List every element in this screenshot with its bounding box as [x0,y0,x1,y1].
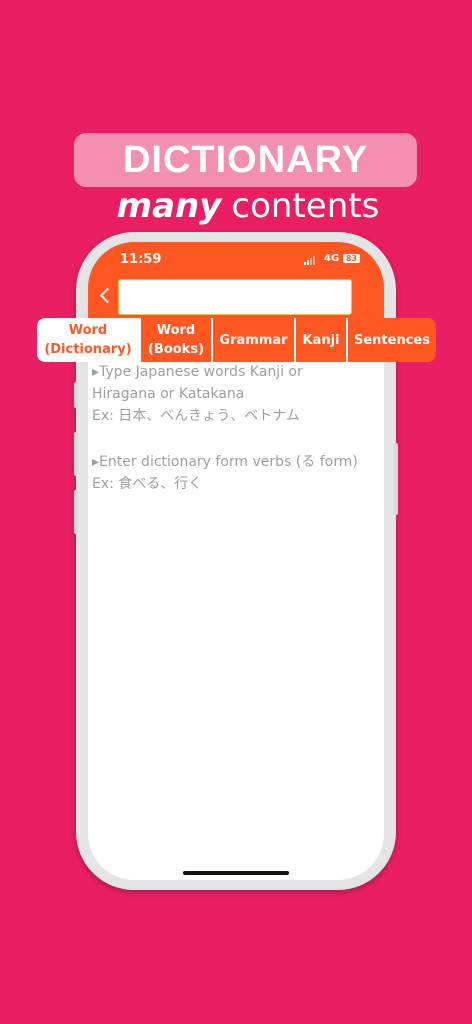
home-indicator [183,871,289,875]
hint-example: Ex: 食べる、行く [92,476,203,492]
hint-text: Hiragana or Katakana [92,386,245,402]
tab-label-line2: (Books) [147,342,205,357]
status-time: 11:59 [120,252,162,267]
hint-text: ▸Type Japanese words Kanji or [92,364,303,380]
tab-label-line1: Word [68,323,108,338]
category-tabs: Word (Dictionary) Word (Books) Grammar Kan… [37,318,436,362]
phone-side-button [74,490,78,534]
headline-banner: DICTIONARY [74,133,417,187]
tab-sentences[interactable]: Sentences [348,318,436,362]
search-hints: ▸Type Japanese words Kanji or Hiragana o… [92,361,382,495]
battery-icon: 83 [343,254,360,263]
hint-example: Ex: 日本、べんきょう、ベトナム [92,408,300,424]
tab-label-line2: (Dictionary) [44,342,132,357]
tab-label: Sentences [354,332,430,348]
app-header: 11:59 4G 83 [88,242,384,320]
tab-word-dictionary[interactable]: Word (Dictionary) [37,318,141,362]
tab-label-line1: Word [156,323,196,338]
subline: many contents [0,186,472,226]
tab-grammar[interactable]: Grammar [213,318,296,362]
phone-side-button [74,432,78,476]
hint-text: ▸Enter dictionary form verbs (る form) [92,454,358,470]
tab-label: Grammar [219,332,288,348]
phone-side-button [74,382,78,408]
tab-word-books[interactable]: Word (Books) [141,318,213,362]
tab-kanji[interactable]: Kanji [296,318,348,362]
network-type: 4G [324,253,340,264]
signal-icon [304,256,315,265]
phone-power-button [394,443,398,515]
back-arrow-icon[interactable] [99,287,116,304]
subline-emphasis: many [116,186,222,226]
tab-label: Kanji [302,332,340,348]
search-input[interactable] [118,279,352,315]
headline-text: DICTIONARY [122,138,369,181]
subline-rest: contents [231,186,380,226]
